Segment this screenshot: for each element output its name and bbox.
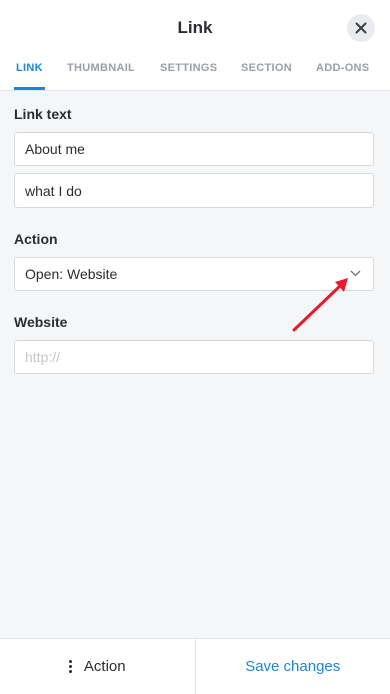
close-icon: [355, 22, 367, 34]
tab-link[interactable]: LINK: [16, 62, 43, 74]
vertical-dots-icon: [69, 660, 72, 673]
red-arrow-icon: [290, 276, 352, 334]
link-text-label: Link text: [14, 106, 72, 122]
tab-section[interactable]: SECTION: [241, 62, 292, 74]
link-text-line1-input[interactable]: About me: [14, 132, 374, 166]
action-selected-value: Open: Website: [25, 266, 117, 282]
tab-bar: LINK THUMBNAIL SETTINGS SECTION ADD-ONS: [0, 60, 390, 90]
link-text-line2-input[interactable]: what I do: [14, 173, 374, 208]
tab-settings[interactable]: SETTINGS: [160, 62, 217, 74]
action-menu-label: Action: [84, 658, 126, 675]
save-changes-button[interactable]: Save changes: [196, 639, 390, 694]
tab-thumbnail[interactable]: THUMBNAIL: [67, 62, 135, 74]
tab-add-ons[interactable]: ADD-ONS: [316, 62, 369, 74]
panel-footer: Action Save changes: [0, 638, 390, 694]
website-label: Website: [14, 314, 67, 330]
panel-header: Link LINK THUMBNAIL SETTINGS SECTION ADD…: [0, 0, 390, 91]
panel-title: Link: [0, 18, 390, 38]
website-url-input[interactable]: [14, 340, 374, 374]
active-tab-indicator: [14, 87, 45, 90]
action-label: Action: [14, 231, 58, 247]
close-button[interactable]: [347, 14, 375, 42]
action-menu-button[interactable]: Action: [0, 639, 196, 694]
